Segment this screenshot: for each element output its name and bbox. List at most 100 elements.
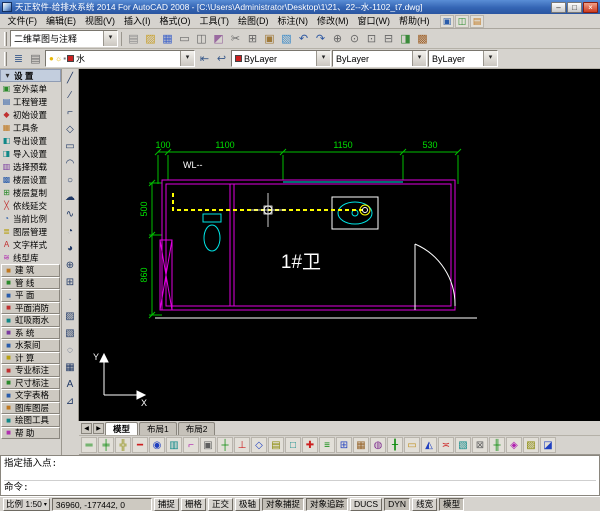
line-icon[interactable]: ╱ <box>63 70 78 87</box>
layer-select[interactable]: ● ☼ ▪ 水 ▾ <box>45 50 195 67</box>
sidebar-item[interactable]: ≣ 图层管理 <box>0 225 61 238</box>
tz-toolbar-icon[interactable]: ╫ <box>489 437 505 453</box>
tz-toolbar-icon[interactable]: ◍ <box>370 437 386 453</box>
menu-item[interactable]: 工具(T) <box>195 14 234 28</box>
tab-scroll-left-icon[interactable]: ◀ <box>81 423 92 434</box>
qnew-icon[interactable]: ▤ <box>125 30 142 47</box>
tz-toolbar-icon[interactable]: ═ <box>81 437 97 453</box>
region-icon[interactable]: ◌ <box>63 342 78 359</box>
sidebar-item[interactable]: ▣ 室外菜单 <box>0 82 61 95</box>
sidebar-item[interactable]: ◨ 导入设置 <box>0 147 61 160</box>
mtext-icon[interactable]: A <box>63 376 78 393</box>
xline-icon[interactable]: ∕ <box>63 87 78 104</box>
menu-item[interactable]: 文件(F) <box>3 14 42 28</box>
tz-toolbar-icon[interactable]: ≡ <box>319 437 335 453</box>
sidebar-item[interactable]: ■ 绘图工具 <box>1 414 60 427</box>
status-toggle-button[interactable]: DYN <box>384 498 410 511</box>
menu-item[interactable]: 格式(O) <box>155 14 195 28</box>
status-toggle-button[interactable]: 捕捉 <box>154 498 179 511</box>
tz-toolbar-icon[interactable]: ≍ <box>438 437 454 453</box>
tz-toolbar-icon[interactable]: ━ <box>132 437 148 453</box>
sidebar-item[interactable]: ■ 图库图层 <box>1 402 60 415</box>
workspace-select[interactable]: 二维草图与注释 ▾ <box>10 30 118 47</box>
tz-toolbar-icon[interactable]: ▭ <box>404 437 420 453</box>
zoom-previous-icon[interactable]: ⊟ <box>380 30 397 47</box>
tz-toolbar-icon[interactable]: ╬ <box>115 437 131 453</box>
chevron-down-icon[interactable]: ▾ <box>180 51 194 66</box>
sidebar-item[interactable]: ▦ 工具条 <box>0 121 61 134</box>
spline-icon[interactable]: ∿ <box>63 206 78 223</box>
menu-item[interactable]: 编辑(E) <box>42 14 81 28</box>
sidebar-item[interactable]: ■ 计 算 <box>1 352 60 365</box>
menu-item[interactable]: 修改(M) <box>313 14 354 28</box>
menu-item[interactable]: 视图(V) <box>81 14 120 28</box>
menu-item[interactable]: 标注(N) <box>273 14 313 28</box>
table-icon[interactable]: ▦ <box>63 359 78 376</box>
drawing-canvas[interactable]: 100 1100 1150 530 500 860 <box>79 69 600 421</box>
sidebar-item[interactable]: ▩ 楼层设置 <box>0 173 61 186</box>
tab-layout1[interactable]: 布局1 <box>139 422 177 435</box>
tz-toolbar-icon[interactable]: ◇ <box>251 437 267 453</box>
tz-dock-icon-1[interactable]: ▣ <box>440 15 454 28</box>
copy-icon[interactable]: ⊞ <box>244 30 261 47</box>
menu-item[interactable]: 窗口(W) <box>353 14 395 28</box>
chevron-down-icon[interactable]: ▾ <box>412 51 426 66</box>
tz-toolbar-icon[interactable]: ╂ <box>387 437 403 453</box>
sidebar-item[interactable]: ■ 平 面 <box>1 289 60 302</box>
tz-toolbar-icon[interactable]: ┼ <box>217 437 233 453</box>
arc-icon[interactable]: ◠ <box>63 155 78 172</box>
properties-icon[interactable]: ◨ <box>397 30 414 47</box>
sidebar-item[interactable]: ⊞ 楼层复制 <box>0 186 61 199</box>
tz-toolbar-icon[interactable]: ▨ <box>523 437 539 453</box>
tz-toolbar-icon[interactable]: ⌐ <box>183 437 199 453</box>
minimize-button[interactable]: – <box>551 2 566 13</box>
sidebar-item[interactable]: ■ 平面消防 <box>1 302 60 315</box>
cut-icon[interactable]: ✂ <box>227 30 244 47</box>
command-window[interactable]: 指定插入点: 命令: <box>0 455 600 496</box>
tz-toolbar-icon[interactable]: ◭ <box>421 437 437 453</box>
sidebar-item[interactable]: ■ 尺寸标注 <box>1 377 60 390</box>
tz-toolbar-icon[interactable]: ◈ <box>506 437 522 453</box>
wipeout-icon[interactable]: ⊿ <box>63 393 78 410</box>
sidebar-item[interactable]: ■ 建 筑 <box>1 264 60 277</box>
sidebar-item[interactable]: ≋ 线型库 <box>0 251 61 264</box>
save-icon[interactable]: ▦ <box>159 30 176 47</box>
zoom-window-icon[interactable]: ⊡ <box>363 30 380 47</box>
publish-icon[interactable]: ◩ <box>210 30 227 47</box>
command-input-line[interactable]: 命令: <box>4 480 596 494</box>
status-toggle-button[interactable]: 栅格 <box>181 498 206 511</box>
gradient-icon[interactable]: ▧ <box>63 325 78 342</box>
point-icon[interactable]: ∙ <box>63 291 78 308</box>
hatch-icon[interactable]: ▨ <box>63 308 78 325</box>
revcloud-icon[interactable]: ☁ <box>63 189 78 206</box>
menu-item[interactable]: 插入(I) <box>120 14 156 28</box>
toolbar-grip[interactable] <box>4 32 7 46</box>
tz-toolbar-icon[interactable]: ▧ <box>455 437 471 453</box>
menu-item[interactable]: 帮助(H) <box>395 14 435 28</box>
tz-toolbar-icon[interactable]: ▣ <box>200 437 216 453</box>
plot-icon[interactable]: ▭ <box>176 30 193 47</box>
status-toggle-button[interactable]: 对象追踪 <box>306 498 348 511</box>
layer-properties-manager-icon[interactable]: ≣ <box>10 50 27 67</box>
circle-icon[interactable]: ○ <box>63 172 78 189</box>
sidebar-item[interactable]: ■ 文字表格 <box>1 389 60 402</box>
sidebar-item[interactable]: ■ 专业标注 <box>1 364 60 377</box>
tz-toolbar-icon[interactable]: ▤ <box>268 437 284 453</box>
open-icon[interactable]: ▨ <box>142 30 159 47</box>
insert-block-icon[interactable]: ⊕ <box>63 257 78 274</box>
sidebar-item[interactable]: ◧ 导出设置 <box>0 134 61 147</box>
sidebar-item[interactable]: ▥ 选择预载 <box>0 160 61 173</box>
tz-toolbar-icon[interactable]: □ <box>285 437 301 453</box>
pan-icon[interactable]: ⊕ <box>329 30 346 47</box>
polyline-icon[interactable]: ⌐ <box>63 104 78 121</box>
sidebar-item[interactable]: ■ 系 统 <box>1 327 60 340</box>
tz-toolbar-icon[interactable]: ◉ <box>149 437 165 453</box>
ellipse-icon[interactable]: ◔ <box>63 223 78 240</box>
chevron-down-icon[interactable]: ▾ <box>103 31 117 46</box>
rectangle-icon[interactable]: ▭ <box>63 138 78 155</box>
tab-scroll-right-icon[interactable]: ▶ <box>93 423 104 434</box>
zoom-realtime-icon[interactable]: ⊙ <box>346 30 363 47</box>
tab-model[interactable]: 模型 <box>105 422 138 435</box>
toolbar-grip[interactable] <box>4 52 7 66</box>
layer-states-icon[interactable]: ▤ <box>27 50 44 67</box>
